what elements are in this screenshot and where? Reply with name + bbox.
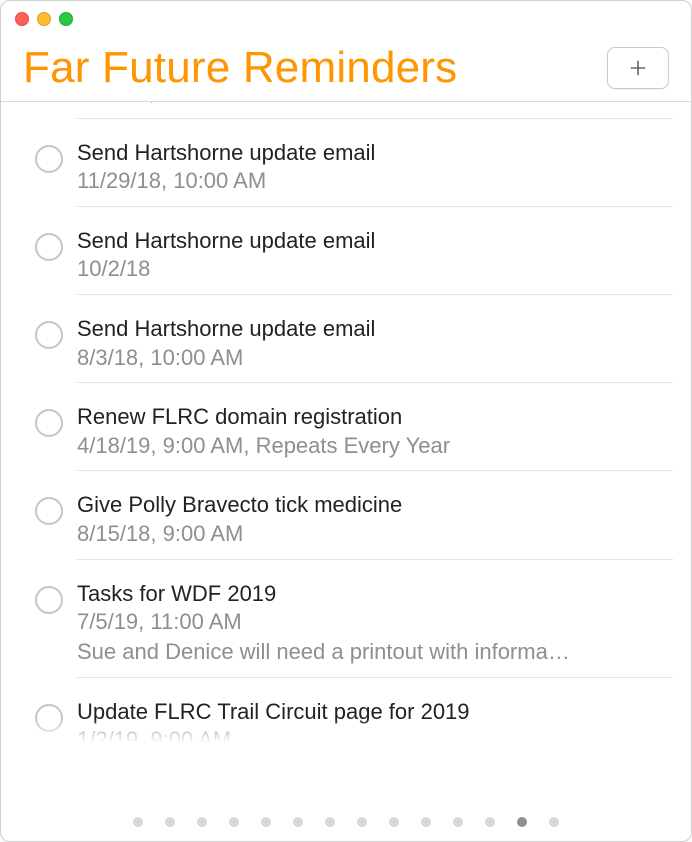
page-dot[interactable] xyxy=(229,817,239,827)
page-dot[interactable] xyxy=(549,817,559,827)
add-reminder-button[interactable] xyxy=(607,47,669,89)
reminder-datetime: 10/2/18 xyxy=(77,254,673,284)
reminder-datetime: 11/29/18, 10:00 AM xyxy=(77,166,673,196)
reminder-row[interactable]: Update FLRC Trail Circuit page for 20191… xyxy=(1,688,691,750)
close-window-button[interactable] xyxy=(15,12,29,26)
window-titlebar xyxy=(1,1,691,29)
reminder-row[interactable]: Send Hartshorne update email10/2/18 xyxy=(1,217,691,305)
reminder-row[interactable]: Give Polly Bravecto tick medicine8/15/18… xyxy=(1,481,691,569)
zoom-window-button[interactable] xyxy=(59,12,73,26)
reminder-datetime: 8/15/18, 9:00 AM xyxy=(77,519,673,549)
reminder-datetime: 1/11/19, 10:00 AM xyxy=(77,101,673,108)
reminder-datetime: 7/5/19, 11:00 AM xyxy=(77,607,673,637)
minimize-window-button[interactable] xyxy=(37,12,51,26)
page-dot[interactable] xyxy=(165,817,175,827)
reminder-title: Renew FLRC domain registration xyxy=(77,403,673,431)
page-dot[interactable] xyxy=(293,817,303,827)
complete-checkbox[interactable] xyxy=(35,497,63,525)
complete-checkbox[interactable] xyxy=(35,233,63,261)
page-indicator[interactable] xyxy=(1,817,691,827)
reminder-title: Tasks for WDF 2019 xyxy=(77,580,673,608)
reminder-title: Update FLRC Trail Circuit page for 2019 xyxy=(77,698,673,726)
reminder-datetime: 8/3/18, 10:00 AM xyxy=(77,343,673,373)
reminder-row[interactable]: Send Hartshorne update email8/3/18, 10:0… xyxy=(1,305,691,393)
complete-checkbox[interactable] xyxy=(35,586,63,614)
page-dot[interactable] xyxy=(517,817,527,827)
reminder-datetime: 1/2/19, 9:00 AM xyxy=(77,725,673,749)
page-dot[interactable] xyxy=(389,817,399,827)
complete-checkbox[interactable] xyxy=(35,145,63,173)
complete-checkbox[interactable] xyxy=(35,409,63,437)
page-dot[interactable] xyxy=(357,817,367,827)
page-dot[interactable] xyxy=(133,817,143,827)
reminder-row[interactable]: Tasks for WDF 20197/5/19, 11:00 AMSue an… xyxy=(1,570,691,688)
reminder-title: Give Polly Bravecto tick medicine xyxy=(77,491,673,519)
reminder-title: Send Hartshorne update email xyxy=(77,139,673,167)
header: Far Future Reminders xyxy=(1,29,691,101)
reminder-row[interactable]: Send Hartshorne update email11/29/18, 10… xyxy=(1,129,691,217)
page-dot[interactable] xyxy=(325,817,335,827)
plus-icon xyxy=(628,58,648,78)
page-dot[interactable] xyxy=(485,817,495,827)
page-dot[interactable] xyxy=(453,817,463,827)
complete-checkbox[interactable] xyxy=(35,704,63,732)
reminder-title: Send Hartshorne update email xyxy=(77,227,673,255)
page-dot[interactable] xyxy=(421,817,431,827)
reminder-title: Send Hartshorne update email xyxy=(77,315,673,343)
page-dot[interactable] xyxy=(261,817,271,827)
list-title: Far Future Reminders xyxy=(23,43,457,93)
reminder-datetime: 4/18/19, 9:00 AM, Repeats Every Year xyxy=(77,431,673,461)
page-dot[interactable] xyxy=(197,817,207,827)
reminder-note: Sue and Denice will need a printout with… xyxy=(77,637,673,667)
reminder-row[interactable]: 1/11/19, 10:00 AM xyxy=(1,101,691,129)
reminders-list[interactable]: 1/11/19, 10:00 AM Send Hartshorne update … xyxy=(1,101,691,749)
reminder-row[interactable]: Renew FLRC domain registration4/18/19, 9… xyxy=(1,393,691,481)
complete-checkbox[interactable] xyxy=(35,321,63,349)
